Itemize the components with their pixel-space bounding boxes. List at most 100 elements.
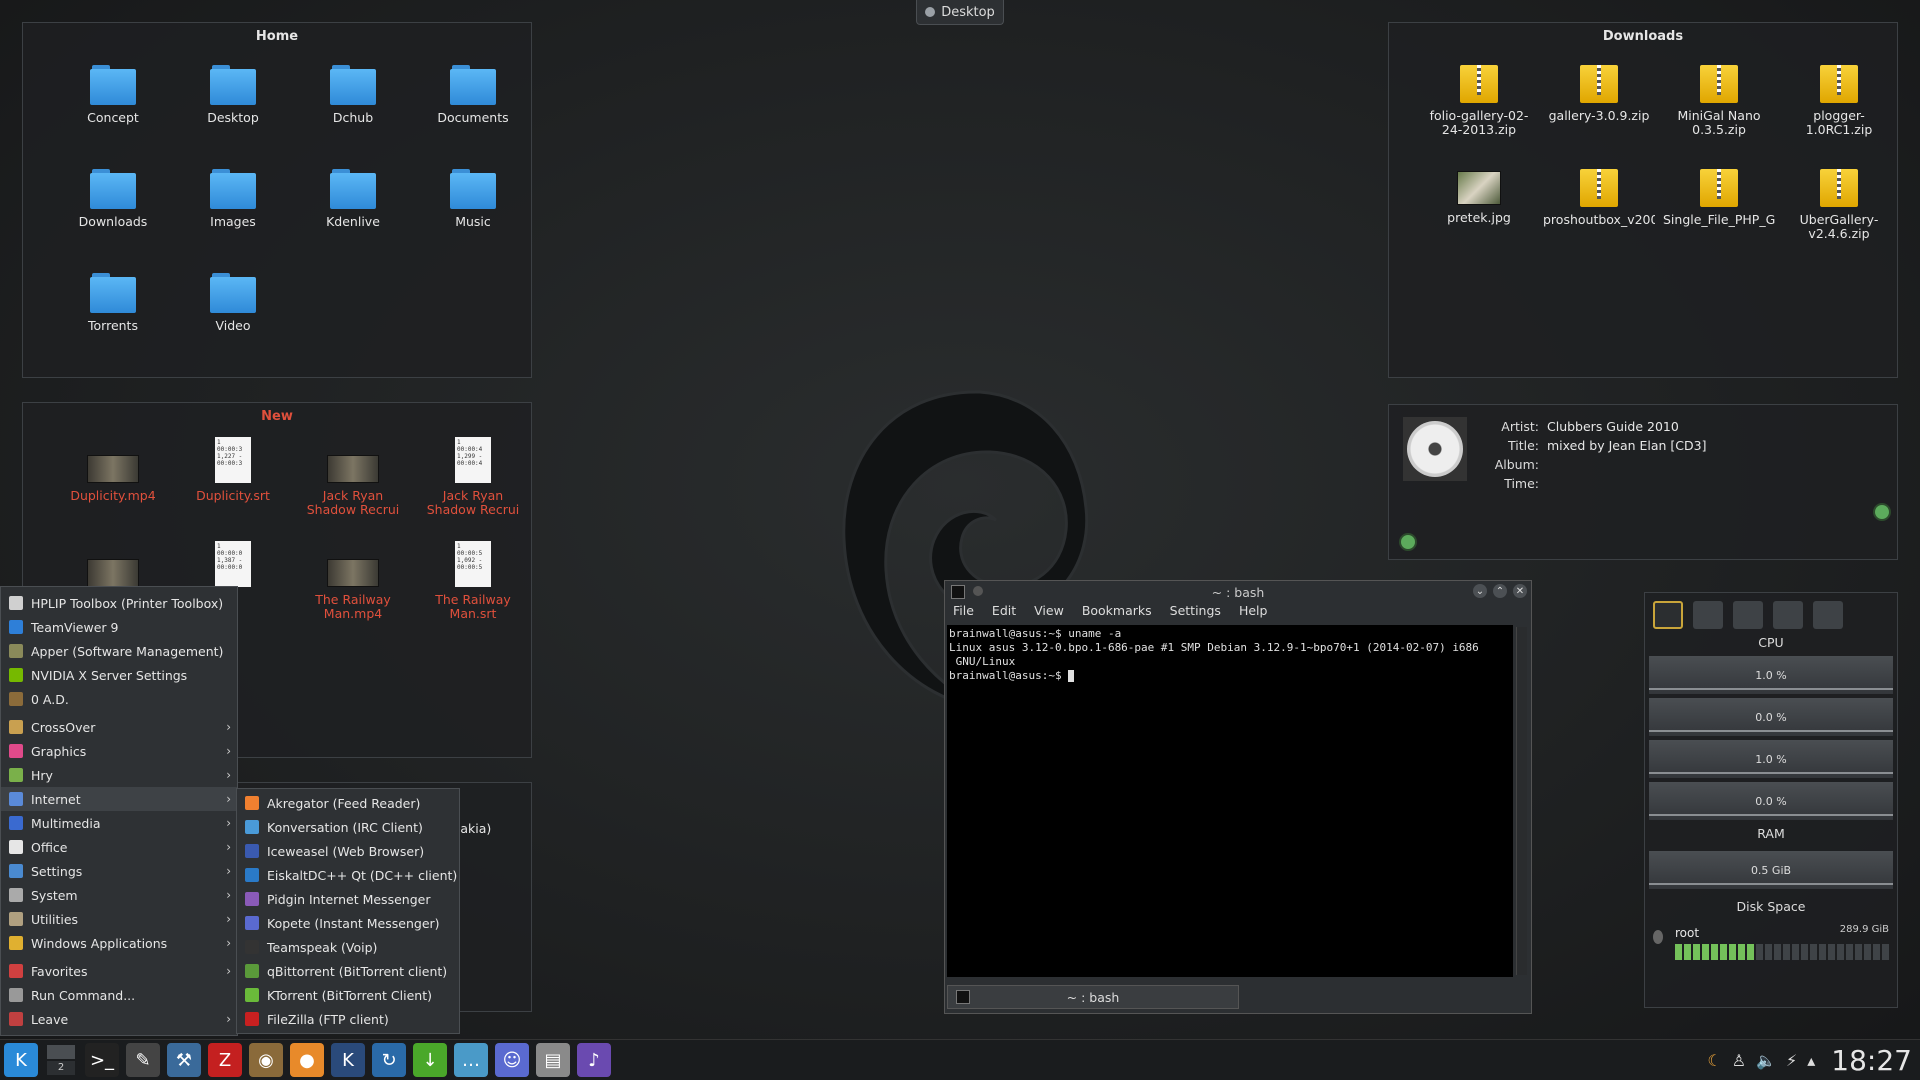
folder-item[interactable]: Torrents [53,261,173,353]
file-item[interactable]: Duplicity.mp4 [53,433,173,525]
scrollbar[interactable] [1516,627,1527,975]
file-item[interactable]: 1 00:00:5 1,092 - 00:00:5 The Railway Man… [413,537,533,629]
menu-item[interactable]: KTorrent (BitTorrent Client) [237,983,459,1007]
folder-item[interactable]: Concept [53,53,173,145]
cpu-icon[interactable] [1653,601,1683,629]
menu-item[interactable]: Graphics › [1,739,237,763]
window-titlebar[interactable]: ~ : bash ⌄ ⌃ ✕ [945,581,1531,603]
ktorrent-launcher-icon[interactable]: ↓ [413,1043,447,1077]
eiskaltdc-launcher-icon[interactable]: ↻ [372,1043,406,1077]
play-button[interactable] [1399,533,1417,551]
folder-item[interactable]: Downloads [53,157,173,249]
file-item[interactable]: MiniGal Nano 0.3.5.zip [1659,53,1779,145]
file-item[interactable]: Single_File_PHP_Gallery_4 [1659,157,1779,249]
file-item[interactable]: proshoutbox_v200.zip [1539,157,1659,249]
temperature-icon[interactable] [1773,601,1803,629]
menu-file[interactable]: File [953,603,974,623]
kmix-launcher-icon[interactable]: ♪ [577,1043,611,1077]
dolphin-launcher-icon[interactable]: ▤ [536,1043,570,1077]
menu-item[interactable]: EiskaltDC++ Qt (DC++ client) [237,863,459,887]
ram-icon[interactable] [1813,601,1843,629]
close-button[interactable]: ✕ [1513,584,1527,598]
kopete-launcher-icon[interactable]: ☺ [495,1043,529,1077]
folder-item[interactable]: Music [413,157,533,249]
folder-item[interactable]: Video [173,261,293,353]
kde-launcher-button[interactable]: K [4,1043,38,1077]
pager[interactable]: 2 [45,1043,77,1077]
menu-item[interactable]: Pidgin Internet Messenger [237,887,459,911]
menu-item[interactable]: Leave › [1,1007,237,1031]
kwrite-launcher-icon[interactable]: ✎ [126,1043,160,1077]
file-item[interactable]: UberGallery-v2.4.6.zip [1779,157,1899,249]
file-item[interactable]: 1 00:00:3 1,227 - 00:00:3 Duplicity.srt [173,433,293,525]
clock[interactable]: 18:27 [1831,1044,1912,1077]
menu-item[interactable]: Konversation (IRC Client) [237,815,459,839]
menu-item[interactable]: Iceweasel (Web Browser) [237,839,459,863]
menu-item[interactable]: Utilities › [1,907,237,931]
menu-item[interactable]: Multimedia › [1,811,237,835]
maximize-button[interactable]: ⌃ [1493,584,1507,598]
menu-item[interactable]: Settings › [1,859,237,883]
menu-bookmarks[interactable]: Bookmarks [1082,603,1152,623]
file-item[interactable]: 1 00:00:4 1,299 - 00:00:4 Jack Ryan Shado… [413,433,533,525]
firefox-launcher-icon[interactable]: ● [290,1043,324,1077]
desktop-toolbox-tab[interactable]: Desktop [916,0,1004,25]
terminal-tab[interactable]: ~ : bash [947,985,1239,1009]
harddisk-icon[interactable] [1693,601,1723,629]
folder-item[interactable]: Kdenlive [293,157,413,249]
gimp-launcher-icon[interactable]: ◉ [249,1043,283,1077]
menu-item[interactable]: FileZilla (FTP client) [237,1007,459,1031]
minimize-button[interactable]: ⌄ [1473,584,1487,598]
menu-item[interactable]: Apper (Software Management) [1,639,237,663]
systemsettings-launcher-icon[interactable]: ⚒ [167,1043,201,1077]
menu-item[interactable]: CrossOver › [1,715,237,739]
network-icon[interactable]: ⚡ [1786,1051,1797,1070]
menu-item[interactable]: qBittorrent (BitTorrent client) [237,959,459,983]
menu-view[interactable]: View [1034,603,1064,623]
file-item[interactable]: pretek.jpg [1419,157,1539,249]
menu-item[interactable]: 0 A.D. [1,687,237,711]
menu-item[interactable]: Windows Applications › [1,931,237,955]
folder-item[interactable]: Images [173,157,293,249]
menu-item[interactable]: Teamspeak (Voip) [237,935,459,959]
menu-item[interactable]: HPLIP Toolbox (Printer Toolbox) [1,591,237,615]
menu-settings[interactable]: Settings [1170,603,1221,623]
menu-item[interactable]: Kopete (Instant Messenger) [237,911,459,935]
menu-help[interactable]: Help [1239,603,1268,623]
pager-desktop-2[interactable]: 2 [47,1061,75,1075]
moon-icon[interactable]: ☾ [1707,1051,1721,1070]
menu-item[interactable]: Run Command... [1,983,237,1007]
network-icon[interactable] [1733,601,1763,629]
menu-item[interactable]: Office › [1,835,237,859]
file-item[interactable]: folio-gallery-02-24-2013.zip [1419,53,1539,145]
konsole-launcher-icon[interactable]: >_ [85,1043,119,1077]
folder-item[interactable]: Documents [413,53,533,145]
file-item[interactable]: The Railway Man.mp4 [293,537,413,629]
menu-edit[interactable]: Edit [992,603,1016,623]
chevron-right-icon: › [226,768,231,782]
disk-bar-segment [1846,944,1853,960]
file-item[interactable]: plogger-1.0RC1.zip [1779,53,1899,145]
file-item[interactable]: gallery-3.0.9.zip [1539,53,1659,145]
menu-item[interactable]: Favorites › [1,959,237,983]
volume-icon[interactable]: 🔈 [1756,1051,1776,1070]
filezilla-launcher-icon[interactable]: Z [208,1043,242,1077]
item-label: proshoutbox_v200.zip [1543,213,1655,227]
menu-item[interactable]: Internet › [1,787,237,811]
folder-item[interactable]: Desktop [173,53,293,145]
menu-item[interactable]: Akregator (Feed Reader) [237,791,459,815]
menu-item[interactable]: TeamViewer 9 [1,615,237,639]
volume-knob[interactable] [1873,503,1891,521]
file-item[interactable]: Jack Ryan Shadow Recrui [293,433,413,525]
user-icon[interactable]: ♙ [1732,1051,1746,1070]
menu-item[interactable]: Hry › [1,763,237,787]
pin-icon[interactable] [973,586,983,596]
menu-item[interactable]: NVIDIA X Server Settings [1,663,237,687]
kdenlive-launcher-icon[interactable]: K [331,1043,365,1077]
folder-icon [330,65,376,105]
menu-item[interactable]: System › [1,883,237,907]
tray-expand-icon[interactable]: ▴ [1807,1051,1815,1070]
konversation-launcher-icon[interactable]: … [454,1043,488,1077]
folder-item[interactable]: Dchub [293,53,413,145]
terminal-output[interactable]: brainwall@asus:~$ uname -a Linux asus 3.1… [947,625,1513,977]
